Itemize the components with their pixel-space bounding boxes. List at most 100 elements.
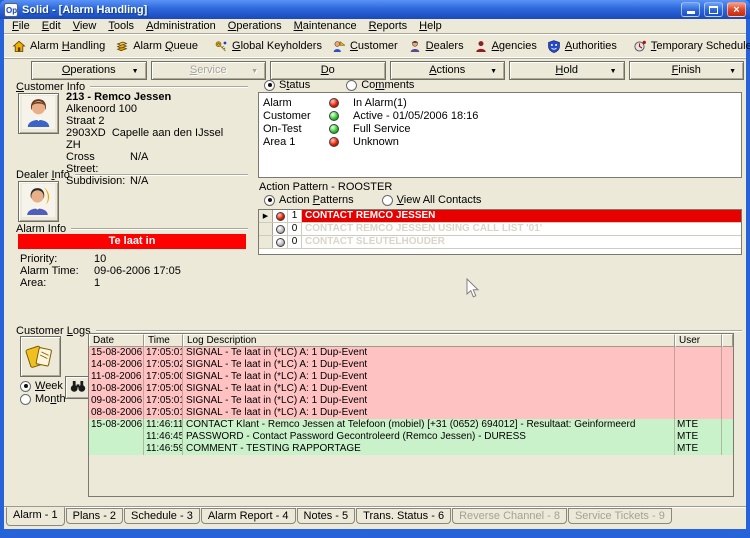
log-column-header-time[interactable]: Time <box>144 334 183 347</box>
log-row[interactable]: 10-08-200617:05:00SIGNAL - Te laat in (*… <box>89 383 733 395</box>
logs-period-radio-week[interactable]: Week <box>20 380 66 392</box>
toolbar-global-keyholders-button[interactable]: Global Keyholders <box>209 36 327 57</box>
customer-logs-icon <box>25 340 56 374</box>
contact-row[interactable]: 0CONTACT REMCO JESSEN USING CALL LIST '0… <box>259 223 741 236</box>
dealer-avatar-icon <box>22 184 55 220</box>
log-column-header-user[interactable]: User <box>675 334 722 347</box>
divider <box>75 174 248 176</box>
tab-plans-2[interactable]: Plans - 2 <box>66 508 123 524</box>
log-date-cell: 15-08-2006 <box>89 419 144 431</box>
menu-reports[interactable]: Reports <box>363 20 414 33</box>
menu-edit[interactable]: Edit <box>36 20 67 33</box>
log-table-rows: 15-08-200617:05:01SIGNAL - Te laat in (*… <box>89 347 733 455</box>
log-row[interactable]: 14-08-200617:05:02SIGNAL - Te laat in (*… <box>89 359 733 371</box>
pattern-radio-action-patterns[interactable]: Action Patterns <box>264 194 354 206</box>
toolbar-agencies-button[interactable]: Agencies <box>469 36 542 57</box>
close-button[interactable]: × <box>727 2 746 17</box>
log-row[interactable]: 15-08-200611:46:11CONTACT Klant - Remco … <box>89 419 733 431</box>
toolbar-dealers-button[interactable]: Dealers <box>403 36 469 57</box>
dealer-avatar-button[interactable] <box>18 181 59 222</box>
customer-logs-button[interactable] <box>20 336 61 377</box>
status-label: Alarm <box>263 97 329 109</box>
menu-operations[interactable]: Operations <box>222 20 288 33</box>
logs-period-radio-month[interactable]: Month <box>20 393 66 405</box>
customer-icon <box>332 40 346 53</box>
status-value: Full Service <box>353 123 410 135</box>
log-date-cell: 10-08-2006 <box>89 383 144 395</box>
global-keyholders-icon <box>214 40 228 53</box>
log-date-cell: 11-08-2006 <box>89 371 144 383</box>
menu-tools[interactable]: Tools <box>102 20 140 33</box>
tab-alarm-report-4[interactable]: Alarm Report - 4 <box>201 508 296 524</box>
menu-view[interactable]: View <box>67 20 103 33</box>
dropdown-arrow-icon: ▼ <box>251 63 258 80</box>
menu-file[interactable]: File <box>6 20 36 33</box>
log-time-cell: 11:46:59 <box>144 443 183 455</box>
status-value: Active - 01/05/2006 18:16 <box>353 110 478 122</box>
dealers-icon <box>408 40 422 53</box>
customer-logs-panel: DateTimeLog DescriptionUser 15-08-200617… <box>88 333 734 497</box>
address-line: Straat 2 <box>66 115 254 127</box>
log-user-cell: MTE <box>675 431 722 443</box>
status-label: Area 1 <box>263 136 329 148</box>
log-user-cell: MTE <box>675 419 722 431</box>
status-value: In Alarm(1) <box>353 97 407 109</box>
view-radio-status[interactable]: Status <box>264 79 310 91</box>
log-user-cell: MTE <box>675 443 722 455</box>
search-logs-button[interactable] <box>65 376 90 399</box>
operations-button[interactable]: Operations▼ <box>31 61 147 80</box>
log-row[interactable]: 15-08-200617:05:01SIGNAL - Te laat in (*… <box>89 347 733 359</box>
tab-alarm-1[interactable]: Alarm - 1 <box>6 507 65 526</box>
log-row[interactable]: 09-08-200617:05:01SIGNAL - Te laat in (*… <box>89 395 733 407</box>
log-row[interactable]: 08-08-200617:05:01SIGNAL - Te laat in (*… <box>89 407 733 419</box>
tab-schedule-3[interactable]: Schedule - 3 <box>124 508 200 524</box>
toolbar-authorities-button[interactable]: Authorities <box>542 36 622 57</box>
tab-bar: Alarm - 1Plans - 2Schedule - 3Alarm Repo… <box>6 508 672 528</box>
log-filler-cell <box>722 371 733 383</box>
contact-row[interactable]: 0CONTACT SLEUTELHOUDER <box>259 236 741 249</box>
log-row[interactable]: 11:46:45PASSWORD - Contact Password Geco… <box>89 431 733 443</box>
log-column-header-filler <box>722 334 733 347</box>
log-time-cell: 17:05:02 <box>144 359 183 371</box>
restore-button[interactable] <box>704 2 723 17</box>
tab-trans-status-6[interactable]: Trans. Status - 6 <box>356 508 451 524</box>
hold-button[interactable]: Hold▼ <box>509 61 625 80</box>
log-row[interactable]: 11-08-200617:05:00SIGNAL - Te laat in (*… <box>89 371 733 383</box>
log-column-header-log-description[interactable]: Log Description <box>183 334 675 347</box>
actions-button[interactable]: Actions▼ <box>390 61 506 80</box>
view-radio-comments[interactable]: Comments <box>346 79 414 91</box>
status-row[interactable]: On-TestFull Service <box>263 123 737 135</box>
customer-avatar-button[interactable] <box>18 93 59 134</box>
contact-row[interactable]: ▶1CONTACT REMCO JESSEN <box>259 210 741 223</box>
toolbar-alarm-queue-button[interactable]: Alarm Queue <box>110 36 203 57</box>
action-pattern-radios: Action Patterns View All Contacts <box>264 194 481 206</box>
do-button[interactable]: Do <box>270 61 386 80</box>
log-column-header-date[interactable]: Date <box>89 334 144 347</box>
tab-notes-5[interactable]: Notes - 5 <box>297 508 356 524</box>
minimize-button[interactable] <box>681 2 700 17</box>
title-bar[interactable]: Op Solid - [Alarm Handling] × <box>0 0 750 19</box>
finish-button[interactable]: Finish▼ <box>629 61 745 80</box>
toolbar-label: Global Keyholders <box>232 40 322 52</box>
menu-help[interactable]: Help <box>413 20 448 33</box>
toolbar-temporary-schedule-button[interactable]: Temporary Schedule <box>628 36 750 57</box>
pattern-radio-view-all-contacts[interactable]: View All Contacts <box>382 194 482 206</box>
button-label: Operations <box>62 64 116 76</box>
customer-id-name: 213 - Remco Jessen <box>66 91 254 103</box>
log-description-cell: COMMENT - TESTING RAPPORTAGE <box>183 443 675 455</box>
log-row[interactable]: 11:46:59COMMENT - TESTING RAPPORTAGEMTE <box>89 443 733 455</box>
binoculars-icon <box>70 379 86 396</box>
toolbar-alarm-handling-button[interactable]: Alarm Handling <box>7 36 110 57</box>
status-row[interactable]: Area 1Unknown <box>263 136 737 148</box>
status-row[interactable]: Alarm In Alarm(1) <box>263 97 737 109</box>
contact-light-red-icon <box>276 212 285 221</box>
button-label: Finish <box>672 64 701 76</box>
menu-maintenance[interactable]: Maintenance <box>288 20 363 33</box>
menu-administration[interactable]: Administration <box>140 20 222 33</box>
toolbar-customer-button[interactable]: Customer <box>327 36 403 57</box>
status-row[interactable]: CustomerActive - 01/05/2006 18:16 <box>263 110 737 122</box>
radio-button-icon <box>20 381 31 392</box>
log-user-cell <box>675 359 722 371</box>
field-label: Priority: <box>20 253 94 265</box>
log-date-cell: 14-08-2006 <box>89 359 144 371</box>
